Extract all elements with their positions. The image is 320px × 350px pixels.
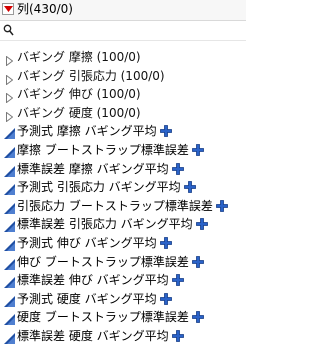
column-group-row[interactable]: バギング 引張応力 (100/0) xyxy=(0,67,246,86)
search-input[interactable] xyxy=(18,23,242,39)
column-row[interactable]: 標準誤差 引張応力 バギング平均 xyxy=(0,215,246,234)
column-name: 予測式 伸び バギング平均 xyxy=(17,235,157,250)
column-name: 予測式 硬度 バギング平均 xyxy=(17,291,157,306)
column-name: 硬度 ブートストラップ標準誤差 xyxy=(17,310,189,325)
column-name: 標準誤差 伸び バギング平均 xyxy=(17,273,169,288)
column-row[interactable]: 標準誤差 摩擦 バギング平均 xyxy=(0,160,246,179)
continuous-column-icon xyxy=(4,331,15,350)
column-label: 硬度 ブートストラップ標準誤差 xyxy=(17,308,204,329)
column-group-row[interactable]: バギング 伸び (100/0) xyxy=(0,85,246,104)
column-name: 伸び ブートストラップ標準誤差 xyxy=(17,254,189,269)
column-label: 引張応力 ブートストラップ標準誤差 xyxy=(17,197,228,218)
column-label: 予測式 摩擦 バギング平均 xyxy=(17,122,172,143)
column-name: 引張応力 ブートストラップ標準誤差 xyxy=(17,198,213,213)
column-group-label: バギング 引張応力 (100/0) xyxy=(17,68,165,83)
columns-panel-header: 列(430/0) xyxy=(0,0,246,21)
panel-title: 列(430/0) xyxy=(17,2,73,16)
column-row[interactable]: 予測式 伸び バギング平均 xyxy=(0,234,246,253)
column-row[interactable]: 標準誤差 硬度 バギング平均 xyxy=(0,327,246,346)
column-row[interactable]: 摩擦 ブートストラップ標準誤差 xyxy=(0,141,246,160)
column-label: 予測式 引張応力 バギング平均 xyxy=(17,178,196,199)
column-label: 標準誤差 摩擦 バギング平均 xyxy=(17,160,184,181)
column-label: 標準誤差 硬度 バギング平均 xyxy=(17,327,184,348)
column-row[interactable]: 予測式 引張応力 バギング平均 xyxy=(0,178,246,197)
column-row[interactable]: 予測式 硬度 バギング平均 xyxy=(0,290,246,309)
column-label: 予測式 硬度 バギング平均 xyxy=(17,290,172,311)
column-label: 標準誤差 伸び バギング平均 xyxy=(17,271,184,292)
column-row[interactable]: 伸び ブートストラップ標準誤差 xyxy=(0,253,246,272)
red-down-triangle-icon[interactable] xyxy=(2,3,14,15)
column-label: 摩擦 ブートストラップ標準誤差 xyxy=(17,141,204,162)
column-name: 標準誤差 引張応力 バギング平均 xyxy=(17,217,193,232)
formula-plus-icon[interactable] xyxy=(171,329,184,348)
column-name: 摩擦 ブートストラップ標準誤差 xyxy=(17,142,189,157)
column-name: 標準誤差 摩擦 バギング平均 xyxy=(17,161,169,176)
column-row[interactable]: 標準誤差 伸び バギング平均 xyxy=(0,271,246,290)
column-group-row[interactable]: バギング 硬度 (100/0) xyxy=(0,104,246,123)
column-name: 標準誤差 硬度 バギング平均 xyxy=(17,328,169,343)
columns-list: バギング 摩擦 (100/0) バギング 引張応力 (100/0) バギング 伸び … xyxy=(0,48,246,346)
column-row[interactable]: 引張応力 ブートストラップ標準誤差 xyxy=(0,197,246,216)
column-label: 予測式 伸び バギング平均 xyxy=(17,234,172,255)
search-bar xyxy=(0,22,246,41)
column-group-label: バギング 硬度 (100/0) xyxy=(17,105,141,120)
column-label: 伸び ブートストラップ標準誤差 xyxy=(17,253,204,274)
column-row[interactable]: 予測式 摩擦 バギング平均 xyxy=(0,122,246,141)
search-icon xyxy=(3,24,14,39)
column-group-row[interactable]: バギング 摩擦 (100/0) xyxy=(0,48,246,67)
column-name: 予測式 摩擦 バギング平均 xyxy=(17,124,157,139)
column-group-label: バギング 摩擦 (100/0) xyxy=(17,50,141,64)
column-row[interactable]: 硬度 ブートストラップ標準誤差 xyxy=(0,308,246,327)
column-label: 標準誤差 引張応力 バギング平均 xyxy=(17,215,208,236)
column-group-label: バギング 伸び (100/0) xyxy=(17,87,141,102)
column-name: 予測式 引張応力 バギング平均 xyxy=(17,180,181,195)
